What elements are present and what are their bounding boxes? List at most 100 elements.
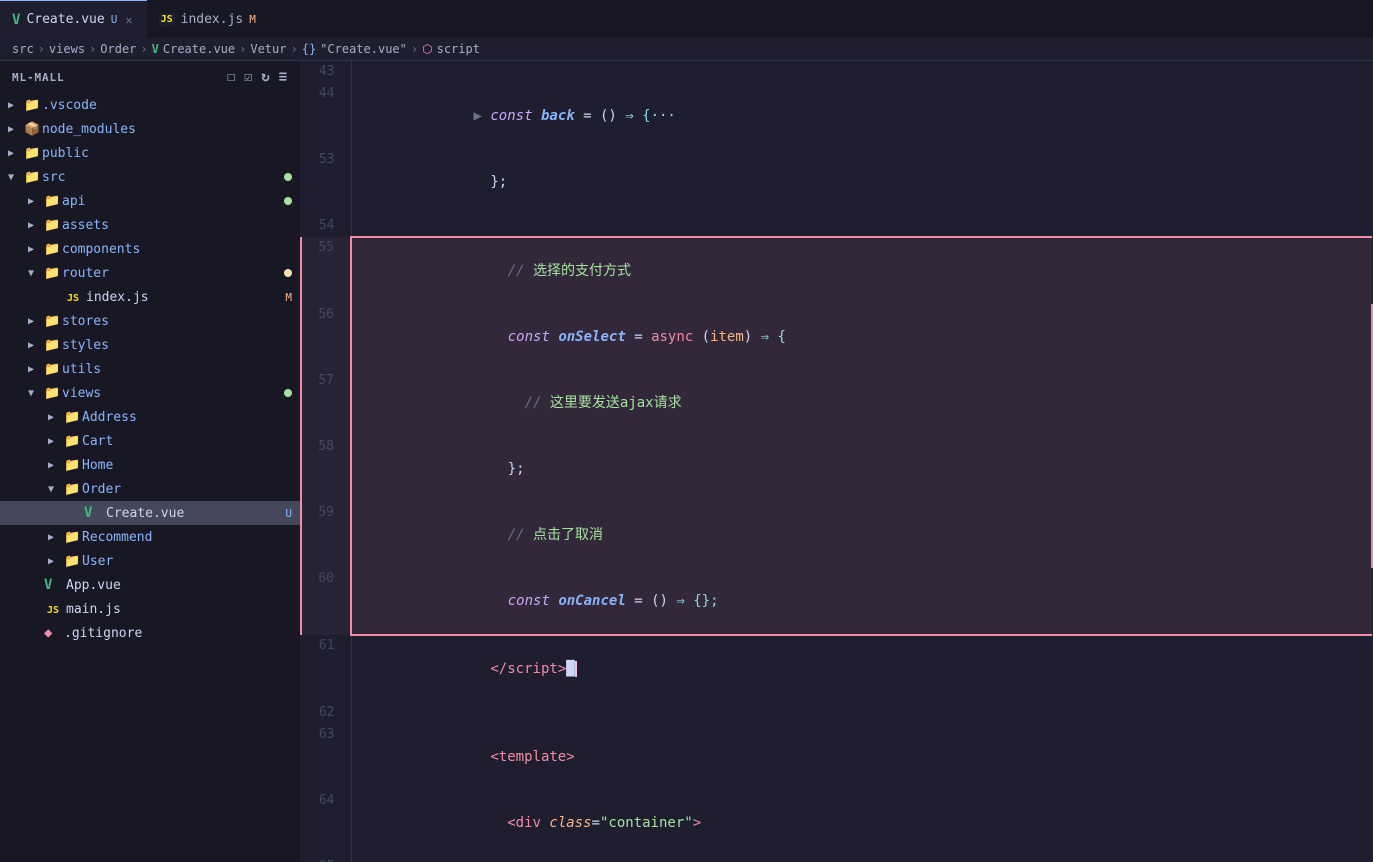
sidebar-item-router-index[interactable]: JS index.js M (0, 285, 300, 309)
breadcrumb-src[interactable]: src (12, 42, 34, 56)
line-number: 44 (301, 83, 351, 149)
breadcrumb-vetur[interactable]: Vetur (250, 42, 286, 56)
table-row: 55 // 选择的支付方式 (301, 237, 1372, 304)
sidebar-label-router: router (62, 266, 284, 281)
sidebar-label-src: src (42, 170, 284, 185)
sidebar-item-api[interactable]: 📁 api (0, 189, 300, 213)
sidebar-label-gitignore: .gitignore (64, 626, 300, 641)
sidebar-item-vscode[interactable]: 📁 .vscode (0, 93, 300, 117)
sidebar-label-user: User (82, 554, 300, 569)
folder-icon-components: 📁 (44, 242, 62, 257)
table-row: 62 (301, 702, 1372, 724)
tree-arrow (8, 148, 24, 159)
sidebar-label-stores: stores (62, 314, 300, 329)
tree-arrow-assets (28, 220, 44, 231)
router-badge (284, 269, 292, 277)
breadcrumb-views[interactable]: views (49, 42, 85, 56)
vue-breadcrumb-icon: V (152, 42, 159, 56)
line-content: <van-nav-bar (351, 856, 1372, 862)
sidebar-item-app-vue[interactable]: V App.vue (0, 573, 300, 597)
tab-create-vue-label: Create.vue (26, 12, 104, 27)
sidebar-item-user[interactable]: 📁 User (0, 549, 300, 573)
breadcrumb-create-vue2[interactable]: "Create.vue" (320, 42, 407, 56)
table-row: 58 }; (301, 436, 1372, 502)
folder-icon-order: 📁 (64, 482, 82, 497)
sidebar-label-assets: assets (62, 218, 300, 233)
collapse-arrow[interactable]: ▶ (474, 108, 491, 124)
sidebar-item-gitignore[interactable]: ◆ .gitignore (0, 621, 300, 645)
sidebar-item-main-js[interactable]: JS main.js (0, 597, 300, 621)
folder-icon-user: 📁 (64, 554, 82, 569)
new-folder-icon[interactable]: ☑ (244, 69, 253, 85)
folder-icon-router: 📁 (44, 266, 62, 281)
sidebar-label-recommend: Recommend (82, 530, 300, 545)
sidebar-item-order[interactable]: 📁 Order (0, 477, 300, 501)
refresh-icon[interactable]: ↻ (261, 69, 270, 85)
line-content (351, 61, 1372, 83)
breadcrumb-script[interactable]: script (437, 42, 480, 56)
breadcrumb-sep5: › (290, 42, 297, 56)
sidebar-item-components[interactable]: 📁 components (0, 237, 300, 261)
line-content (351, 702, 1372, 724)
breadcrumb-create-vue[interactable]: Create.vue (163, 42, 235, 56)
sidebar-item-recommend[interactable]: 📁 Recommend (0, 525, 300, 549)
breadcrumb-order[interactable]: Order (100, 42, 136, 56)
line-content: // 点击了取消 (351, 502, 1372, 568)
sidebar-label-create-vue: Create.vue (106, 506, 285, 521)
sidebar-label-node-modules: node_modules (42, 122, 300, 137)
line-content: }; (351, 436, 1372, 502)
code-area[interactable]: 43 44 ▶ const back = () ⇒ {··· 53 (300, 61, 1373, 862)
sidebar-item-utils[interactable]: 📁 utils (0, 357, 300, 381)
sidebar-item-cart[interactable]: 📁 Cart (0, 429, 300, 453)
collapse-icon[interactable]: ≡ (279, 69, 288, 85)
breadcrumb-sep2: › (89, 42, 96, 56)
sidebar-item-public[interactable]: 📁 public (0, 141, 300, 165)
tree-arrow-recommend (48, 532, 64, 543)
line-number: 60 (301, 568, 351, 635)
line-number: 64 (301, 790, 351, 856)
sidebar-item-create-vue[interactable]: V Create.vue U (0, 501, 300, 525)
line-content: </script>█ (351, 635, 1372, 702)
breadcrumb: src › views › Order › V Create.vue › Vet… (0, 38, 1373, 61)
sidebar-item-node-modules[interactable]: 📦 node_modules (0, 117, 300, 141)
tree-arrow-home (48, 460, 64, 471)
tab-index-js-badge: M (249, 13, 256, 26)
sidebar-label-components: components (62, 242, 300, 257)
new-file-icon[interactable]: ☐ (227, 69, 236, 85)
line-number: 56 (301, 304, 351, 370)
line-number: 63 (301, 724, 351, 790)
table-row: 43 (301, 61, 1372, 83)
tab-create-vue[interactable]: V Create.vue U ✕ (0, 0, 147, 38)
tree-arrow-utils (28, 364, 44, 375)
line-number: 61 (301, 635, 351, 702)
sidebar-item-views[interactable]: 📁 views (0, 381, 300, 405)
table-row: 60 const onCancel = () ⇒ {}; (301, 568, 1372, 635)
src-badge (284, 173, 292, 181)
sidebar-item-stores[interactable]: 📁 stores (0, 309, 300, 333)
line-number: 54 (301, 215, 351, 237)
tree-arrow-src (8, 172, 24, 183)
table-row: 53 }; (301, 149, 1372, 215)
breadcrumb-sep3: › (140, 42, 147, 56)
line-content: <div class="container"> (351, 790, 1372, 856)
sidebar-item-router[interactable]: 📁 router (0, 261, 300, 285)
breadcrumb-sep4: › (239, 42, 246, 56)
folder-icon-src: 📁 (24, 170, 42, 185)
tree-arrow-cart (48, 436, 64, 447)
folder-icon-recommend: 📁 (64, 530, 82, 545)
line-content: // 选择的支付方式 (351, 237, 1372, 304)
tab-create-vue-close[interactable]: ✕ (123, 11, 134, 29)
sidebar-item-src[interactable]: 📁 src (0, 165, 300, 189)
table-row: 61 </script>█ (301, 635, 1372, 702)
router-index-badge: M (285, 291, 292, 304)
folder-icon-styles: 📁 (44, 338, 62, 353)
sidebar-item-assets[interactable]: 📁 assets (0, 213, 300, 237)
js-file-icon-main: JS (44, 602, 62, 617)
sidebar-item-styles[interactable]: 📁 styles (0, 333, 300, 357)
sidebar-item-address[interactable]: 📁 Address (0, 405, 300, 429)
sidebar-item-home[interactable]: 📁 Home (0, 453, 300, 477)
tab-index-js[interactable]: JS index.js M (147, 0, 268, 38)
tree-arrow-order (48, 484, 64, 495)
vue-file-icon-create: V (84, 505, 102, 521)
sidebar-label-utils: utils (62, 362, 300, 377)
